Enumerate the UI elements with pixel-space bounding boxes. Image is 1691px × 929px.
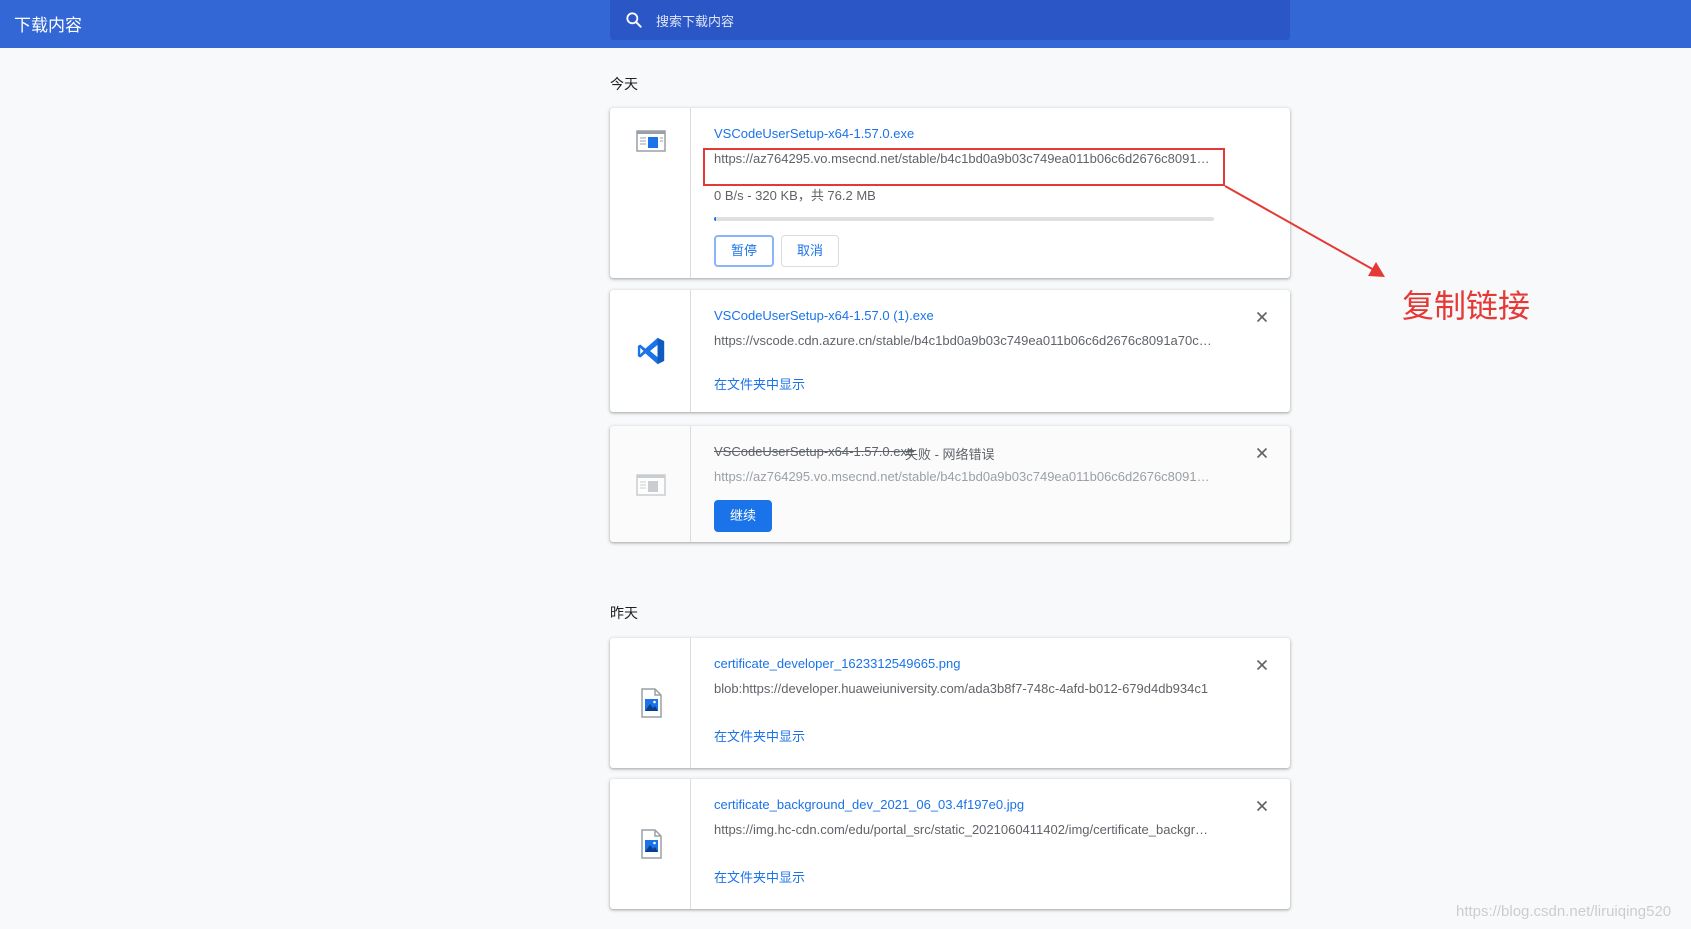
download-card: certificate_developer_1623312549665.png … xyxy=(610,638,1290,768)
failure-status: 失败 - 网络错误 xyxy=(905,447,995,462)
download-card: certificate_background_dev_2021_06_03.4f… xyxy=(610,779,1290,909)
file-url[interactable]: https://az764295.vo.msecnd.net/stable/b4… xyxy=(714,469,1214,484)
close-icon[interactable] xyxy=(1252,443,1272,463)
search-icon xyxy=(626,12,642,28)
section-title-today: 今天 xyxy=(610,76,638,92)
icon-column xyxy=(610,108,691,278)
vscode-icon xyxy=(637,337,665,365)
top-toolbar: 下载内容 搜索下载内容 xyxy=(0,0,1691,48)
download-card: VSCodeUserSetup-x64-1.57.0.exe 失败 - 网络错误… xyxy=(610,426,1290,542)
icon-column xyxy=(610,426,691,542)
progress-bar xyxy=(714,217,1214,221)
image-file-icon xyxy=(641,688,662,718)
show-in-folder-link[interactable]: 在文件夹中显示 xyxy=(714,726,805,745)
watermark: https://blog.csdn.net/liruiqing520 xyxy=(1456,903,1672,920)
icon-column xyxy=(610,638,691,768)
search-placeholder: 搜索下载内容 xyxy=(656,14,735,29)
cancel-button[interactable]: 取消 xyxy=(781,235,840,267)
file-name-link[interactable]: VSCodeUserSetup-x64-1.57.0.exe xyxy=(714,444,914,459)
icon-column xyxy=(610,779,691,909)
pause-button[interactable]: 暂停 xyxy=(714,235,775,267)
annotation-highlight-box xyxy=(703,148,1225,186)
close-icon[interactable] xyxy=(1252,655,1272,675)
file-url[interactable]: https://vscode.cdn.azure.cn/stable/b4c1b… xyxy=(714,333,1214,348)
annotation-label: 复制链接 xyxy=(1402,287,1531,325)
show-in-folder-link[interactable]: 在文件夹中显示 xyxy=(714,374,805,393)
file-name-link[interactable]: VSCodeUserSetup-x64-1.57.0.exe xyxy=(714,126,914,141)
file-url[interactable]: https://img.hc-cdn.com/edu/portal_src/st… xyxy=(714,822,1214,837)
download-card: VSCodeUserSetup-x64-1.57.0.exe https://a… xyxy=(610,108,1290,278)
file-name-link[interactable]: certificate_developer_1623312549665.png xyxy=(714,656,960,671)
icon-column xyxy=(610,290,691,412)
file-name-link[interactable]: VSCodeUserSetup-x64-1.57.0 (1).exe xyxy=(714,308,934,323)
progress-fill xyxy=(714,217,717,221)
download-card: VSCodeUserSetup-x64-1.57.0 (1).exe https… xyxy=(610,290,1290,412)
search-input[interactable]: 搜索下载内容 xyxy=(610,0,1290,40)
installer-icon xyxy=(636,474,666,496)
show-in-folder-link[interactable]: 在文件夹中显示 xyxy=(714,867,805,886)
page-title: 下载内容 xyxy=(14,16,82,35)
close-icon[interactable] xyxy=(1252,307,1272,327)
file-name-link[interactable]: certificate_background_dev_2021_06_03.4f… xyxy=(714,797,1024,812)
resume-button[interactable]: 继续 xyxy=(714,500,773,532)
image-file-icon xyxy=(641,829,662,859)
download-status: 0 B/s - 320 KB，共 76.2 MB xyxy=(714,188,876,203)
file-url[interactable]: blob:https://developer.huaweiuniversity.… xyxy=(714,681,1214,696)
close-icon[interactable] xyxy=(1252,796,1272,816)
section-title-yesterday: 昨天 xyxy=(610,605,638,621)
installer-icon xyxy=(636,130,666,152)
